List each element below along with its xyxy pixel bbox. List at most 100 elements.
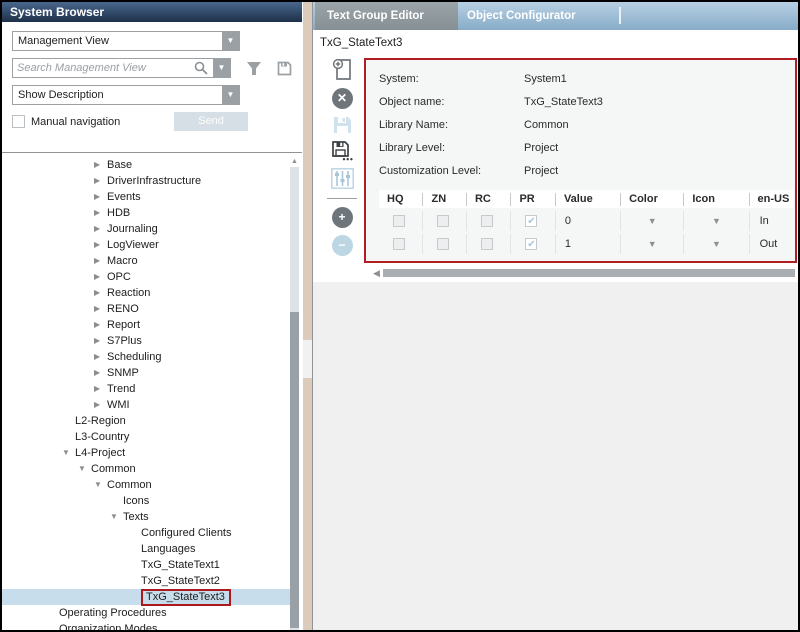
cell-rc bbox=[466, 234, 510, 254]
tree-item[interactable]: Configured Clients bbox=[2, 525, 290, 541]
remove-icon[interactable]: − bbox=[332, 235, 353, 256]
tree-item-label: TxG_StateText3 bbox=[141, 589, 231, 606]
zn-checkbox[interactable] bbox=[437, 215, 449, 227]
tree-item[interactable]: ▶Trend bbox=[2, 381, 290, 397]
column-filter-icon[interactable] bbox=[331, 168, 354, 189]
tree-item[interactable]: ▼Texts bbox=[2, 509, 290, 525]
tree-scrollbar[interactable]: ▲ bbox=[290, 157, 299, 630]
save-search-icon[interactable] bbox=[277, 61, 292, 76]
search-options-chevron-icon[interactable]: ▼ bbox=[213, 59, 230, 77]
table-header: HQZNRCPRValueColorIconen-US bbox=[379, 190, 793, 208]
manual-navigation-label: Manual navigation bbox=[31, 116, 120, 128]
save-as-icon[interactable] bbox=[332, 141, 353, 161]
tree-item[interactable]: ▶HDB bbox=[2, 205, 290, 221]
tree-item[interactable]: ▶S7Plus bbox=[2, 333, 290, 349]
chevron-down-icon[interactable]: ▼ bbox=[222, 32, 239, 50]
save-icon[interactable] bbox=[333, 116, 352, 134]
expand-icon[interactable]: ▶ bbox=[94, 237, 107, 253]
expand-icon[interactable]: ▶ bbox=[94, 221, 107, 237]
filter-icon[interactable] bbox=[246, 61, 262, 76]
scroll-up-icon[interactable]: ▲ bbox=[290, 157, 299, 167]
expand-icon[interactable]: ▶ bbox=[94, 157, 107, 173]
tree-item[interactable]: Operating Procedures bbox=[2, 605, 290, 621]
expand-icon[interactable]: ▶ bbox=[94, 333, 107, 349]
rc-checkbox[interactable] bbox=[481, 215, 493, 227]
tree-item-label: Reaction bbox=[107, 287, 150, 299]
expand-icon[interactable]: ▶ bbox=[94, 301, 107, 317]
tree-item[interactable]: ▶Reaction bbox=[2, 285, 290, 301]
view-selector[interactable]: Management View ▼ bbox=[12, 31, 240, 51]
tree-item[interactable]: TxG_StateText2 bbox=[2, 573, 290, 589]
expand-icon[interactable]: ▶ bbox=[94, 205, 107, 221]
collapse-icon[interactable]: ▼ bbox=[62, 445, 75, 461]
tree-item[interactable]: ▶Macro bbox=[2, 253, 290, 269]
collapse-icon[interactable]: ▼ bbox=[110, 509, 123, 525]
expand-icon[interactable]: ▶ bbox=[94, 253, 107, 269]
tree-item[interactable]: ▼Common bbox=[2, 461, 290, 477]
scrollbar-thumb[interactable] bbox=[290, 312, 299, 628]
hq-checkbox[interactable] bbox=[393, 215, 405, 227]
expand-icon[interactable]: ▶ bbox=[94, 173, 107, 189]
tree-item[interactable]: ▶SNMP bbox=[2, 365, 290, 381]
tree-item[interactable]: ▶DriverInfrastructure bbox=[2, 173, 290, 189]
expand-icon[interactable]: ▶ bbox=[94, 285, 107, 301]
color-dropdown-icon[interactable]: ▼ bbox=[621, 239, 683, 249]
splitter-grip[interactable] bbox=[303, 340, 312, 378]
collapse-icon[interactable]: ▼ bbox=[78, 461, 91, 477]
add-icon[interactable]: + bbox=[332, 207, 353, 228]
send-button[interactable]: Send bbox=[174, 112, 248, 131]
scroll-left-icon[interactable]: ◀ bbox=[373, 268, 380, 279]
pr-checkbox[interactable]: ✔ bbox=[525, 238, 537, 250]
zn-checkbox[interactable] bbox=[437, 238, 449, 250]
app-window: System Browser Management View ▼ ▼ bbox=[0, 0, 800, 632]
expand-icon[interactable]: ▶ bbox=[94, 365, 107, 381]
tree-item[interactable]: ▶Base bbox=[2, 157, 290, 173]
tree-item[interactable]: L2-Region bbox=[2, 413, 290, 429]
collapse-icon[interactable]: ▼ bbox=[94, 477, 107, 493]
expand-icon[interactable]: ▶ bbox=[94, 189, 107, 205]
detach-page-icon[interactable] bbox=[331, 58, 354, 81]
expand-icon[interactable]: ▶ bbox=[94, 269, 107, 285]
cancel-icon[interactable]: ✕ bbox=[332, 88, 353, 109]
tree-item[interactable]: L3-Country bbox=[2, 429, 290, 445]
field-label: Customization Level: bbox=[379, 160, 524, 183]
tab-object-configurator[interactable]: Object Configurator bbox=[467, 2, 576, 30]
rc-checkbox[interactable] bbox=[481, 238, 493, 250]
tab-text-group-editor[interactable]: Text Group Editor bbox=[315, 2, 458, 30]
editor-toolbar: ✕ + − bbox=[321, 58, 363, 263]
tree-item[interactable]: ▶WMI bbox=[2, 397, 290, 413]
icon-dropdown-icon[interactable]: ▼ bbox=[684, 239, 748, 249]
color-dropdown-icon[interactable]: ▼ bbox=[621, 216, 683, 226]
tree-item[interactable]: ▼Common bbox=[2, 477, 290, 493]
tree-item[interactable]: ▶Events bbox=[2, 189, 290, 205]
tree-item[interactable]: ▶RENO bbox=[2, 301, 290, 317]
tree-item[interactable]: TxG_StateText3 bbox=[2, 589, 290, 605]
search-input[interactable] bbox=[17, 60, 195, 76]
tree-item[interactable]: Icons bbox=[2, 493, 290, 509]
expand-icon[interactable]: ▶ bbox=[94, 349, 107, 365]
expand-icon[interactable]: ▶ bbox=[94, 317, 107, 333]
tree-item[interactable]: ▶LogViewer bbox=[2, 237, 290, 253]
tree-item-label: Languages bbox=[141, 543, 195, 555]
tree-item[interactable]: ▶OPC bbox=[2, 269, 290, 285]
tree-item[interactable]: Organization Modes bbox=[2, 621, 290, 630]
tab-separator bbox=[619, 7, 621, 24]
tree-item[interactable]: Languages bbox=[2, 541, 290, 557]
description-selector[interactable]: Show Description ▼ bbox=[12, 85, 240, 105]
icon-dropdown-icon[interactable]: ▼ bbox=[684, 216, 748, 226]
panel-splitter[interactable] bbox=[303, 2, 312, 630]
tree-item[interactable]: ▶Scheduling bbox=[2, 349, 290, 365]
hq-checkbox[interactable] bbox=[393, 238, 405, 250]
expand-icon[interactable]: ▶ bbox=[94, 397, 107, 413]
pr-checkbox[interactable]: ✔ bbox=[525, 215, 537, 227]
chevron-down-icon[interactable]: ▼ bbox=[222, 86, 239, 104]
tree-item[interactable]: TxG_StateText1 bbox=[2, 557, 290, 573]
hscrollbar-thumb[interactable] bbox=[383, 269, 795, 277]
horizontal-scrollbar[interactable]: ◀ bbox=[373, 268, 797, 278]
tree-item-label: DriverInfrastructure bbox=[107, 175, 201, 187]
expand-icon[interactable]: ▶ bbox=[94, 381, 107, 397]
tree-item[interactable]: ▶Journaling bbox=[2, 221, 290, 237]
tree-item[interactable]: ▶Report bbox=[2, 317, 290, 333]
manual-navigation-checkbox[interactable] bbox=[12, 115, 25, 128]
tree-item[interactable]: ▼L4-Project bbox=[2, 445, 290, 461]
